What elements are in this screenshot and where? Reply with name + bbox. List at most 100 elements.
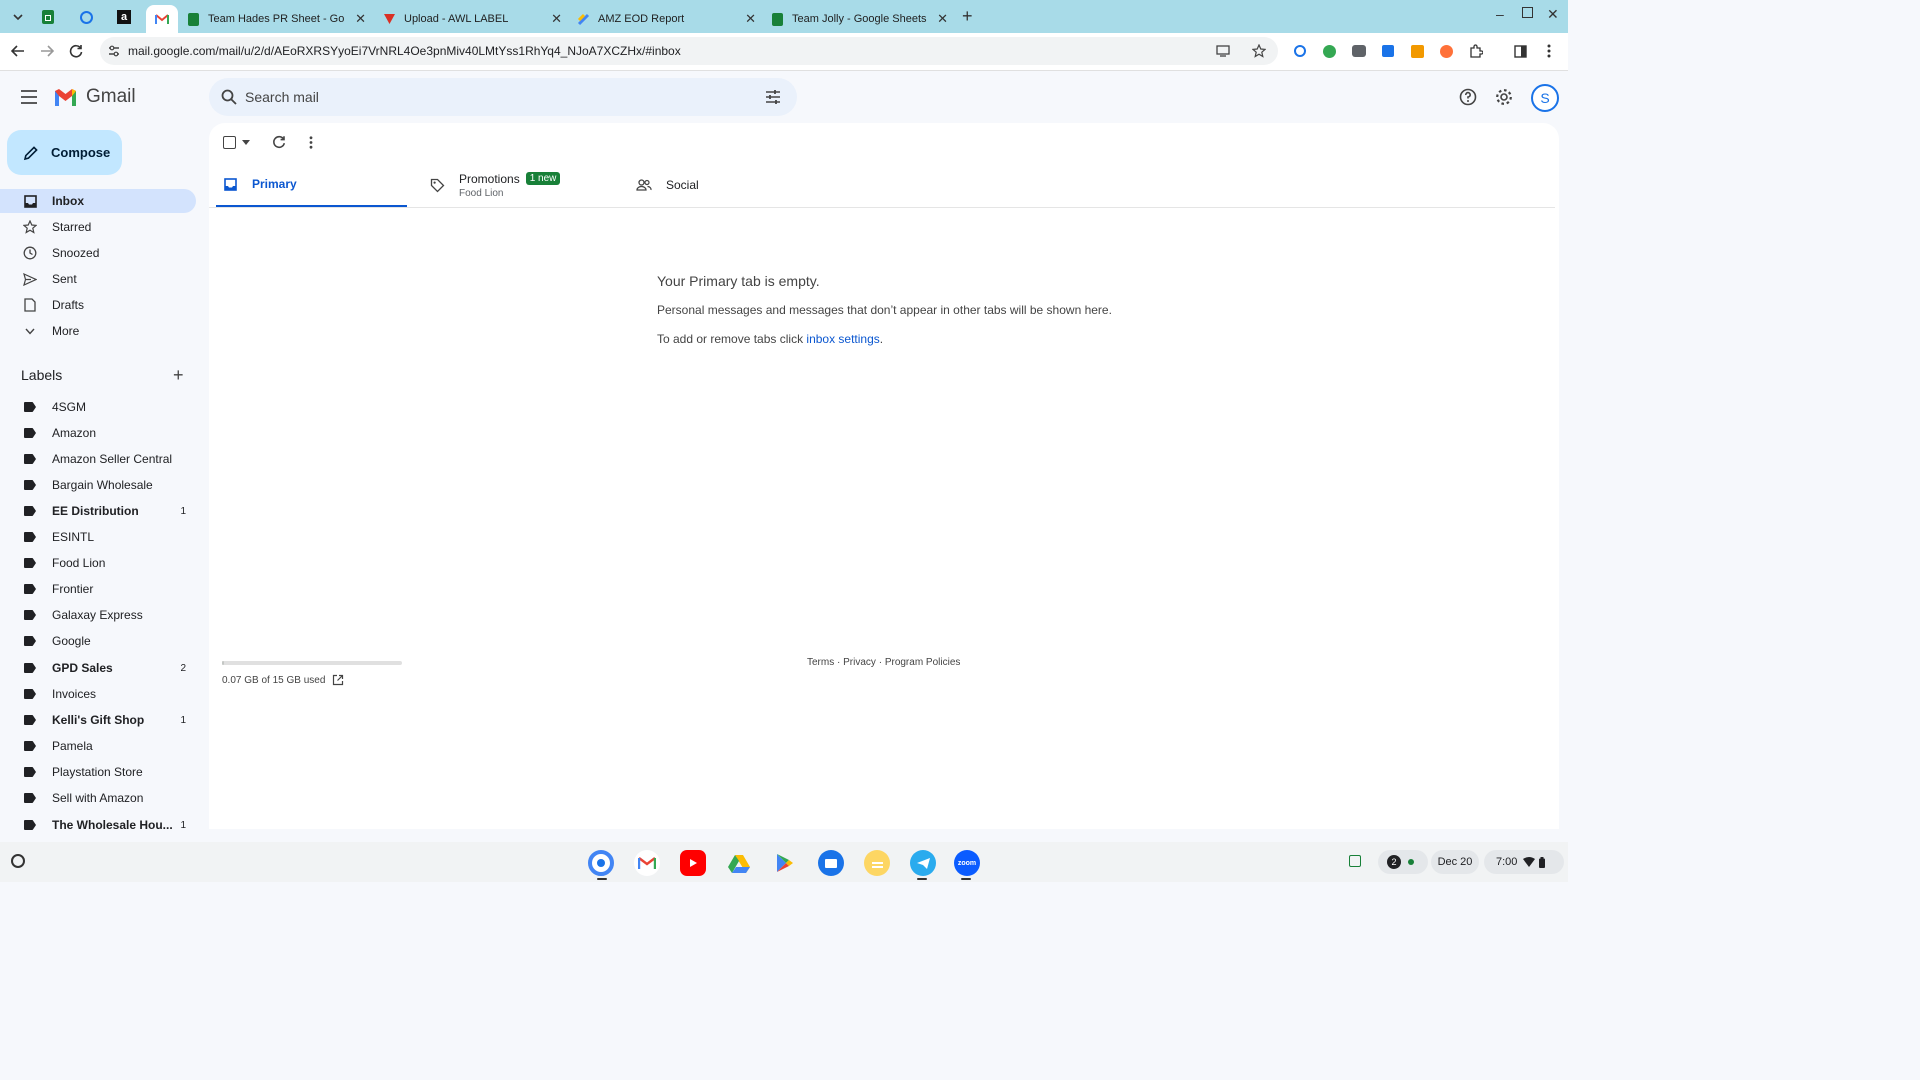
browser-tab[interactable]: Upload - AWL LABEL ✕ <box>382 5 568 33</box>
minimize-button[interactable]: – <box>1496 6 1504 22</box>
storage-fill <box>222 661 224 665</box>
extension-button[interactable] <box>1379 42 1397 60</box>
youtube-icon[interactable] <box>680 850 706 876</box>
privacy-link[interactable]: Privacy <box>843 657 876 668</box>
terms-link[interactable]: Terms <box>807 657 834 668</box>
pinned-tab-gmail[interactable] <box>146 5 178 33</box>
label-item[interactable]: EE Distribution 1 <box>0 499 196 523</box>
label-item[interactable]: Amazon <box>0 421 196 445</box>
close-icon[interactable]: ✕ <box>937 11 948 27</box>
close-icon[interactable]: ✕ <box>745 11 756 27</box>
tab-primary[interactable]: Primary <box>216 163 407 208</box>
forward-button[interactable] <box>38 42 56 60</box>
drive-icon[interactable] <box>726 850 752 876</box>
nav-item-inbox[interactable]: Inbox <box>0 189 196 213</box>
zoom-icon[interactable]: zoom <box>954 850 980 876</box>
tab-search-button[interactable] <box>2 5 34 29</box>
new-tab-button[interactable]: + <box>962 6 973 27</box>
label-item[interactable]: GPD Sales 2 <box>0 656 196 680</box>
more-actions-button[interactable] <box>309 136 313 154</box>
status-dot-icon <box>1408 859 1414 865</box>
pinned-tab-amazon[interactable]: a <box>108 5 140 29</box>
search-icon[interactable] <box>221 89 237 105</box>
browser-tab[interactable]: Team Hades PR Sheet - Google ✕ <box>186 5 372 33</box>
pinned-tab-sheets[interactable] <box>32 5 64 29</box>
nav-item-sent[interactable]: Sent <box>0 267 196 291</box>
label-item[interactable]: Food Lion <box>0 551 196 575</box>
label-name: Food Lion <box>52 556 106 570</box>
status-area[interactable]: 7:00 <box>1484 850 1564 874</box>
browser-tab[interactable]: Team Jolly - Google Sheets ✕ <box>770 5 954 33</box>
label-item[interactable]: The Wholesale Hou... 1 <box>0 813 196 837</box>
address-bar[interactable]: mail.google.com/mail/u/2/d/AEoRXRSYyoEi7… <box>100 37 1278 65</box>
label-item[interactable]: Sell with Amazon <box>0 786 196 810</box>
label-item[interactable]: Playstation Store <box>0 760 196 784</box>
label-item[interactable]: 4SGM <box>0 395 196 419</box>
label-item[interactable]: ESINTL <box>0 525 196 549</box>
tab-social[interactable]: Social <box>636 163 826 207</box>
main-menu-button[interactable] <box>17 85 41 109</box>
launcher-button[interactable] <box>11 854 25 868</box>
pinned-tab-puzzle[interactable] <box>70 5 102 29</box>
notification-tray[interactable]: 2 <box>1378 850 1428 874</box>
maximize-button[interactable] <box>1522 7 1533 18</box>
site-settings-icon[interactable] <box>108 45 120 57</box>
label-item[interactable]: Invoices <box>0 682 196 706</box>
search-options-icon[interactable] <box>765 89 781 105</box>
inbox-settings-link[interactable]: inbox settings <box>806 332 879 346</box>
back-button[interactable] <box>9 42 27 60</box>
sheets-tray-icon[interactable] <box>1349 855 1361 867</box>
close-icon[interactable]: ✕ <box>355 11 366 27</box>
nav-item-more[interactable]: More <box>0 319 196 343</box>
search-bar[interactable]: Search mail <box>209 78 797 116</box>
chrome-icon[interactable] <box>588 850 614 876</box>
tab-promotions[interactable]: Promotions 1 new Food Lion <box>428 163 618 207</box>
label-item[interactable]: Galaxay Express <box>0 603 196 627</box>
amazon-icon: a <box>117 10 131 24</box>
select-all-checkbox[interactable] <box>223 136 250 149</box>
date-button[interactable]: Dec 20 <box>1431 850 1479 874</box>
files-icon[interactable] <box>818 850 844 876</box>
extension-button[interactable] <box>1408 42 1426 60</box>
side-panel-button[interactable] <box>1511 42 1529 60</box>
program-policies-link[interactable]: Program Policies <box>885 657 961 668</box>
compose-button[interactable]: Compose <box>7 130 122 175</box>
close-icon[interactable]: ✕ <box>551 11 562 27</box>
label-item[interactable]: Amazon Seller Central <box>0 447 196 471</box>
gmail-icon <box>155 13 169 24</box>
extension-button[interactable] <box>1291 42 1309 60</box>
gmail-logo[interactable]: Gmail <box>53 86 136 108</box>
gmail-icon[interactable] <box>634 850 660 876</box>
telegram-icon[interactable] <box>910 850 936 876</box>
window-close-button[interactable]: ✕ <box>1547 6 1559 23</box>
create-label-button[interactable]: + <box>173 366 184 384</box>
nav-item-snoozed[interactable]: Snoozed <box>0 241 196 265</box>
refresh-button[interactable] <box>272 135 286 154</box>
extension-button[interactable] <box>1437 42 1455 60</box>
play-store-icon[interactable] <box>772 850 798 876</box>
inbox-icon <box>224 177 237 191</box>
extension-button[interactable] <box>1350 42 1368 60</box>
help-icon <box>1459 88 1477 106</box>
label-item[interactable]: Pamela <box>0 734 196 758</box>
label-item[interactable]: Frontier <box>0 577 196 601</box>
browser-menu-button[interactable] <box>1540 42 1558 60</box>
reload-button[interactable] <box>67 42 85 60</box>
nav-item-starred[interactable]: Starred <box>0 215 196 239</box>
search-input[interactable]: Search mail <box>245 89 319 105</box>
notes-icon[interactable] <box>864 850 890 876</box>
extension-button[interactable] <box>1320 42 1338 60</box>
avatar[interactable]: S <box>1531 84 1559 112</box>
settings-button[interactable] <box>1492 85 1516 109</box>
arrow-left-icon <box>11 45 24 57</box>
install-app-icon[interactable] <box>1216 45 1230 57</box>
label-item[interactable]: Kelli's Gift Shop 1 <box>0 708 196 732</box>
open-in-new-icon[interactable] <box>332 674 344 686</box>
label-item[interactable]: Bargain Wholesale <box>0 473 196 497</box>
label-item[interactable]: Google <box>0 629 196 653</box>
browser-tab[interactable]: AMZ EOD Report ✕ <box>576 5 762 33</box>
support-button[interactable] <box>1456 85 1480 109</box>
nav-item-drafts[interactable]: Drafts <box>0 293 196 317</box>
extensions-menu-button[interactable] <box>1467 42 1485 60</box>
star-bookmark-icon[interactable] <box>1252 44 1266 58</box>
